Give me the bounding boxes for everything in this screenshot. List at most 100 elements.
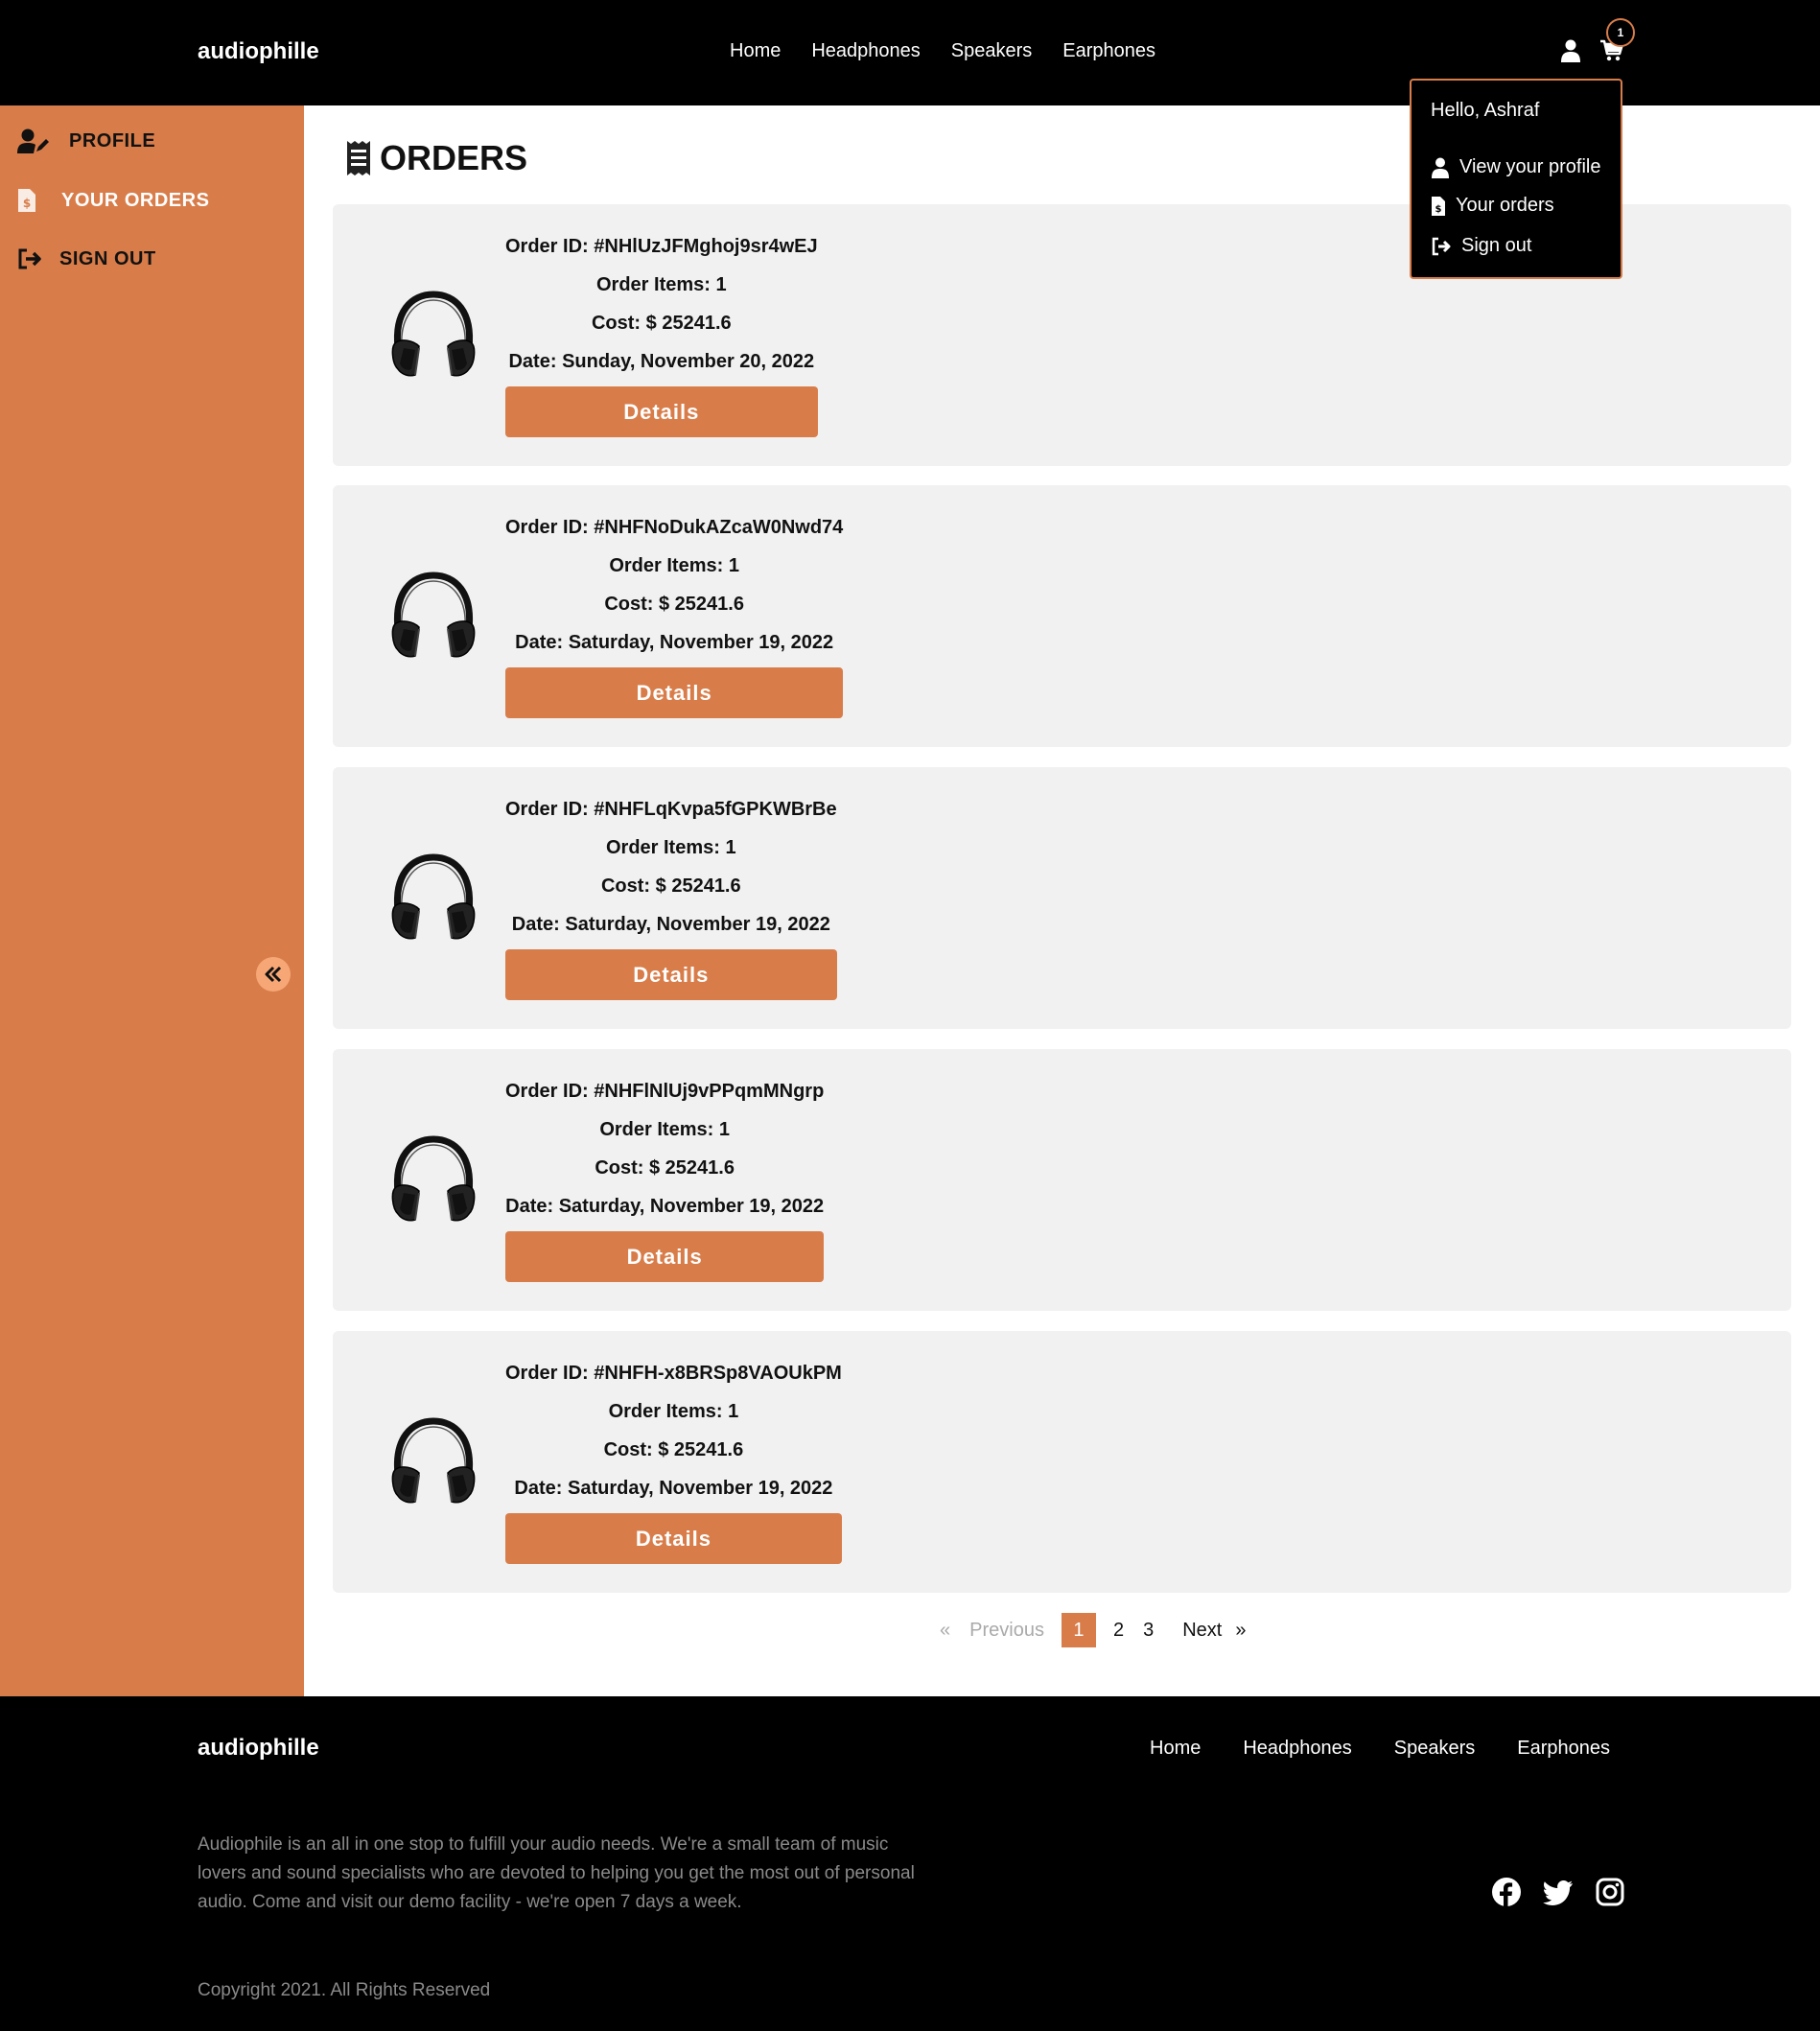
order-cost-label: Cost: [600, 875, 651, 897]
footer-nav-earphones[interactable]: Earphones [1517, 1738, 1610, 1760]
order-info: Order ID: #NHFlNlUj9vPPqmMNgrp Order Ite… [505, 1080, 825, 1282]
pagination-page-3[interactable]: 3 [1133, 1620, 1163, 1642]
footer-copyright: Copyright 2021. All Rights Reserved [198, 1980, 491, 2000]
order-date-line: Date: Sunday, November 20, 2022 [508, 350, 814, 388]
order-items-value: 1 [718, 1119, 730, 1140]
nav-headphones[interactable]: Headphones [811, 40, 920, 62]
order-id-value: #NHFH-x8BRSp8VAOUkPM [594, 1363, 842, 1384]
pagination-page-2[interactable]: 2 [1104, 1620, 1133, 1642]
footer-nav-speakers[interactable]: Speakers [1394, 1738, 1476, 1760]
nav-earphones[interactable]: Earphones [1062, 40, 1155, 62]
instagram-icon[interactable] [1595, 1877, 1625, 1907]
order-date-label: Date: [508, 351, 557, 372]
footer-nav-home[interactable]: Home [1150, 1738, 1201, 1760]
dropdown-greeting: Hello, Ashraf [1431, 100, 1540, 121]
order-id-line: Order ID: #NHlUzJFMghoj9sr4wEJ [505, 235, 818, 273]
details-button[interactable]: Details [505, 1513, 842, 1564]
order-date-line: Date: Saturday, November 19, 2022 [514, 1477, 832, 1515]
sidebar-item-profile[interactable]: PROFILE [17, 128, 155, 153]
order-items-label: Order Items: [605, 837, 720, 858]
social-links [1491, 1877, 1625, 1907]
order-cost-label: Cost: [591, 313, 642, 334]
dropdown-item-label: View your profile [1459, 156, 1601, 177]
order-id-label: Order ID: [505, 1081, 589, 1102]
double-chevron-left-icon [265, 966, 282, 983]
dropdown-view-profile[interactable]: View your profile [1431, 156, 1600, 178]
order-date-value: Saturday, November 19, 2022 [568, 632, 834, 653]
headphones-image [391, 853, 476, 940]
footer-description: Audiophile is an all in one stop to fulf… [198, 1834, 915, 1912]
order-date-value: Saturday, November 19, 2022 [565, 914, 830, 935]
order-id-label: Order ID: [505, 799, 589, 820]
dropdown-sign-out[interactable]: Sign out [1431, 235, 1531, 257]
order-card: Order ID: #NHFH-x8BRSp8VAOUkPM Order Ite… [333, 1331, 1791, 1593]
order-id-value: #NHFNoDukAZcaW0Nwd74 [594, 517, 844, 538]
order-cost-value: $ 25241.6 [648, 1157, 735, 1179]
footer-logo[interactable]: audiophille [198, 1735, 319, 1762]
details-button[interactable]: Details [505, 1231, 825, 1282]
details-button[interactable]: Details [505, 667, 844, 718]
order-cost-line: Cost: $ 25241.6 [604, 1438, 744, 1477]
svg-text:$: $ [23, 197, 31, 210]
logo[interactable]: audiophille [198, 38, 319, 65]
order-date-value: Sunday, November 20, 2022 [562, 351, 815, 372]
sidebar-collapse-button[interactable] [256, 957, 291, 992]
details-button[interactable]: Details [505, 386, 818, 437]
pagination-next-arrow[interactable]: » [1225, 1620, 1255, 1642]
user-icon [1432, 157, 1449, 178]
sidebar-item-label: YOUR ORDERS [61, 189, 210, 211]
order-info: Order ID: #NHFNoDukAZcaW0Nwd74 Order Ite… [505, 516, 844, 718]
order-date-label: Date: [514, 1478, 563, 1499]
order-cost-label: Cost: [603, 1439, 653, 1460]
headphones-image [391, 291, 476, 377]
order-cost-value: $ 25241.6 [658, 1439, 744, 1460]
pagination-next[interactable]: Next [1163, 1620, 1225, 1642]
order-cost-value: $ 25241.6 [655, 875, 741, 897]
order-items-line: Order Items: 1 [599, 1118, 730, 1156]
nav-speakers[interactable]: Speakers [951, 40, 1033, 62]
order-cost-label: Cost: [595, 1157, 644, 1179]
order-cost-line: Cost: $ 25241.6 [604, 593, 744, 631]
headphones-image [391, 1417, 476, 1504]
nav-home[interactable]: Home [730, 40, 781, 62]
pagination: « Previous 1 2 3 Next » [930, 1613, 1255, 1647]
page-title-text: ORDERS [380, 138, 528, 177]
pagination-prev-arrow: « [940, 1619, 951, 1641]
facebook-icon[interactable] [1491, 1877, 1522, 1907]
page-title: ORDERS [345, 138, 527, 178]
order-date-label: Date: [515, 632, 564, 653]
order-date-line: Date: Saturday, November 19, 2022 [515, 631, 833, 669]
pagination-page-1[interactable]: 1 [1061, 1613, 1096, 1647]
footer-nav-headphones[interactable]: Headphones [1243, 1738, 1351, 1760]
order-items-line: Order Items: 1 [596, 273, 727, 312]
sidebar-item-your-orders[interactable]: $ YOUR ORDERS [17, 188, 209, 213]
sidebar-item-sign-out[interactable]: SIGN OUT [17, 247, 156, 270]
order-items-line: Order Items: 1 [609, 554, 739, 593]
dropdown-your-orders[interactable]: $ Your orders [1431, 195, 1554, 217]
details-button[interactable]: Details [505, 949, 837, 1000]
invoice-icon: $ [1432, 196, 1445, 216]
user-edit-icon [17, 128, 49, 153]
order-items-value: 1 [725, 837, 736, 858]
dropdown-item-label: Sign out [1461, 235, 1532, 256]
order-date-value: Saturday, November 19, 2022 [567, 1478, 833, 1499]
order-card: Order ID: #NHFLqKvpa5fGPKWBrBe Order Ite… [333, 767, 1791, 1029]
order-id-value: #NHFlNlUj9vPPqmMNgrp [594, 1081, 825, 1102]
order-id-label: Order ID: [505, 1363, 589, 1384]
order-items-value: 1 [728, 555, 739, 576]
twitter-icon[interactable] [1543, 1877, 1574, 1907]
pagination-previous: Previous [969, 1619, 1044, 1641]
order-card: Order ID: #NHFNoDukAZcaW0Nwd74 Order Ite… [333, 485, 1791, 747]
order-cost-label: Cost: [604, 594, 654, 615]
order-items-label: Order Items: [608, 1401, 723, 1422]
order-date-value: Saturday, November 19, 2022 [558, 1196, 825, 1217]
order-date-label: Date: [511, 914, 560, 935]
order-id-line: Order ID: #NHFLqKvpa5fGPKWBrBe [505, 798, 837, 836]
order-items-label: Order Items: [596, 274, 711, 295]
order-id-value: #NHFLqKvpa5fGPKWBrBe [594, 799, 837, 820]
order-cost-value: $ 25241.6 [645, 313, 732, 334]
order-info: Order ID: #NHFH-x8BRSp8VAOUkPM Order Ite… [505, 1362, 842, 1564]
order-items-value: 1 [715, 274, 727, 295]
user-icon[interactable] [1560, 39, 1581, 62]
order-cost-value: $ 25241.6 [658, 594, 744, 615]
